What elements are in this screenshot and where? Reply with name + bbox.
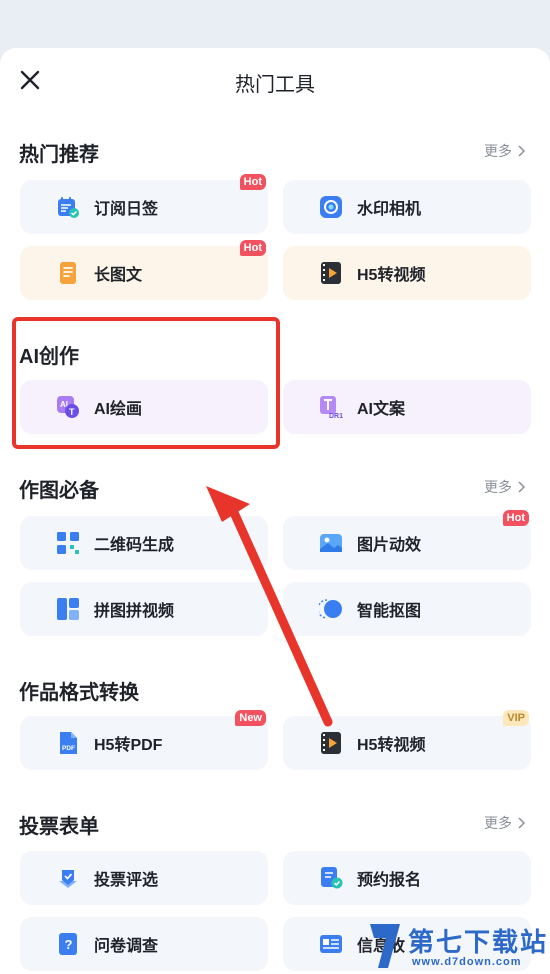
section-title-hot: 热门推荐 [19, 144, 99, 166]
more-label: 更多 [484, 143, 512, 159]
tool-subscribe-daily[interactable]: 订阅日签 Hot [20, 174, 268, 234]
video-film-icon [321, 732, 341, 754]
tool-h5-to-pdf[interactable]: PDF H5转PDF New [20, 710, 268, 770]
tool-label: 订阅日签 [94, 201, 159, 218]
ai-paint-icon: AI T [57, 396, 79, 418]
tool-ai-painting[interactable]: AI T AI绘画 [20, 380, 268, 434]
tool-label: 二维码生成 [94, 537, 175, 554]
tool-smart-cutout[interactable]: 智能抠图 [283, 582, 531, 636]
tool-h5-to-video-2[interactable]: H5转视频 VIP [283, 710, 531, 770]
video-film-icon [321, 262, 341, 284]
tool-watermark-camera[interactable]: 水印相机 [283, 180, 531, 234]
chevron-right-icon [518, 481, 526, 493]
tool-label: 问卷调查 [94, 938, 159, 955]
sheet-header: 热门工具 [0, 48, 550, 114]
more-link-hot[interactable]: 更多 [484, 141, 526, 161]
camera-icon [320, 196, 342, 218]
survey-icon: ? [59, 933, 77, 955]
watermark-name: 第七下载站 [408, 927, 549, 957]
tool-signup[interactable]: 预约报名 [283, 851, 531, 905]
site-watermark: 第七下载站 www.d7down.com [366, 918, 550, 974]
sheet-title: 热门工具 [235, 74, 315, 96]
section-title-vote: 投票表单 [19, 816, 99, 838]
more-label: 更多 [484, 479, 512, 495]
tool-label: H5转PDF [94, 737, 163, 754]
section-title-convert: 作品格式转换 [19, 682, 139, 704]
tool-label: 长图文 [94, 267, 143, 284]
pdf-icon: PDF [60, 732, 77, 754]
cutout-icon [319, 599, 342, 619]
qrcode-icon [57, 532, 79, 554]
tool-qrcode[interactable]: 二维码生成 [20, 516, 268, 570]
chevron-right-icon [518, 817, 526, 829]
chevron-right-icon [518, 145, 526, 157]
image-motion-icon [320, 534, 342, 552]
tool-label: H5转视频 [357, 267, 426, 284]
tool-vote[interactable]: 投票评选 [20, 851, 268, 905]
tool-label: 水印相机 [357, 201, 422, 218]
tool-label: 智能抠图 [357, 603, 422, 620]
tool-survey[interactable]: ? 问卷调查 [20, 917, 268, 971]
tool-ai-copywriting[interactable]: DR1 AI文案 [283, 380, 531, 434]
svg-text:DR1: DR1 [329, 413, 343, 419]
tool-label: 投票评选 [94, 872, 159, 889]
more-link-vote[interactable]: 更多 [484, 813, 526, 833]
svg-text:PDF: PDF [62, 745, 75, 752]
watermark-url: www.d7down.com [412, 956, 522, 968]
tool-h5-to-video[interactable]: H5转视频 [283, 246, 531, 300]
watermark-logo-icon [370, 924, 400, 968]
hot-badge: Hot [502, 510, 529, 526]
tool-label: 图片动效 [357, 537, 422, 554]
tool-collage[interactable]: 拼图拼视频 [20, 582, 268, 636]
vote-icon [59, 870, 77, 888]
tool-image-motion[interactable]: 图片动效 Hot [283, 510, 531, 570]
section-title-design: 作图必备 [19, 480, 99, 502]
new-badge: New [235, 710, 266, 726]
vip-badge: VIP [503, 710, 529, 726]
collage-icon [57, 598, 79, 620]
hot-badge: Hot [239, 240, 266, 256]
hot-badge: Hot [239, 174, 266, 190]
long-document-icon [60, 262, 76, 284]
tool-label: AI绘画 [94, 401, 143, 418]
tool-label: 拼图拼视频 [94, 603, 175, 620]
ai-text-icon: DR1 [320, 396, 343, 419]
form-collect-icon [320, 935, 342, 953]
tool-label: 预约报名 [357, 872, 422, 889]
section-title-ai: AI创作 [19, 346, 79, 368]
tool-label: H5转视频 [357, 737, 426, 754]
tool-long-article[interactable]: 长图文 Hot [20, 240, 268, 300]
calendar-check-icon [58, 197, 79, 218]
more-label: 更多 [484, 815, 512, 831]
more-link-design[interactable]: 更多 [484, 477, 526, 497]
svg-text:?: ? [65, 937, 73, 952]
signup-icon [321, 867, 343, 889]
svg-text:T: T [69, 407, 75, 417]
tool-label: AI文案 [357, 401, 406, 418]
